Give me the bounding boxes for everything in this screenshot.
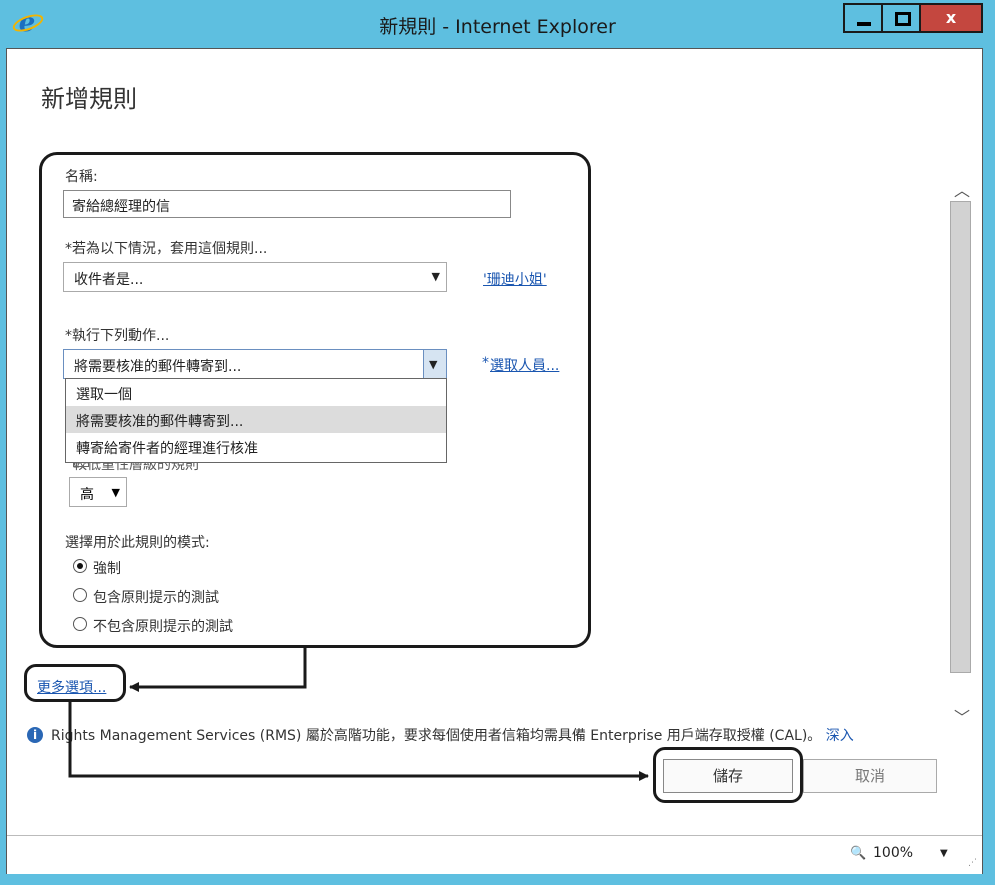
browser-window: e 新規則 - Internet Explorer x 新增規則 名稱: 寄給總… [0, 0, 995, 885]
annotation-arrows [68, 648, 649, 781]
arrow-to-more-options [129, 648, 307, 692]
arrow-to-save [68, 702, 649, 781]
